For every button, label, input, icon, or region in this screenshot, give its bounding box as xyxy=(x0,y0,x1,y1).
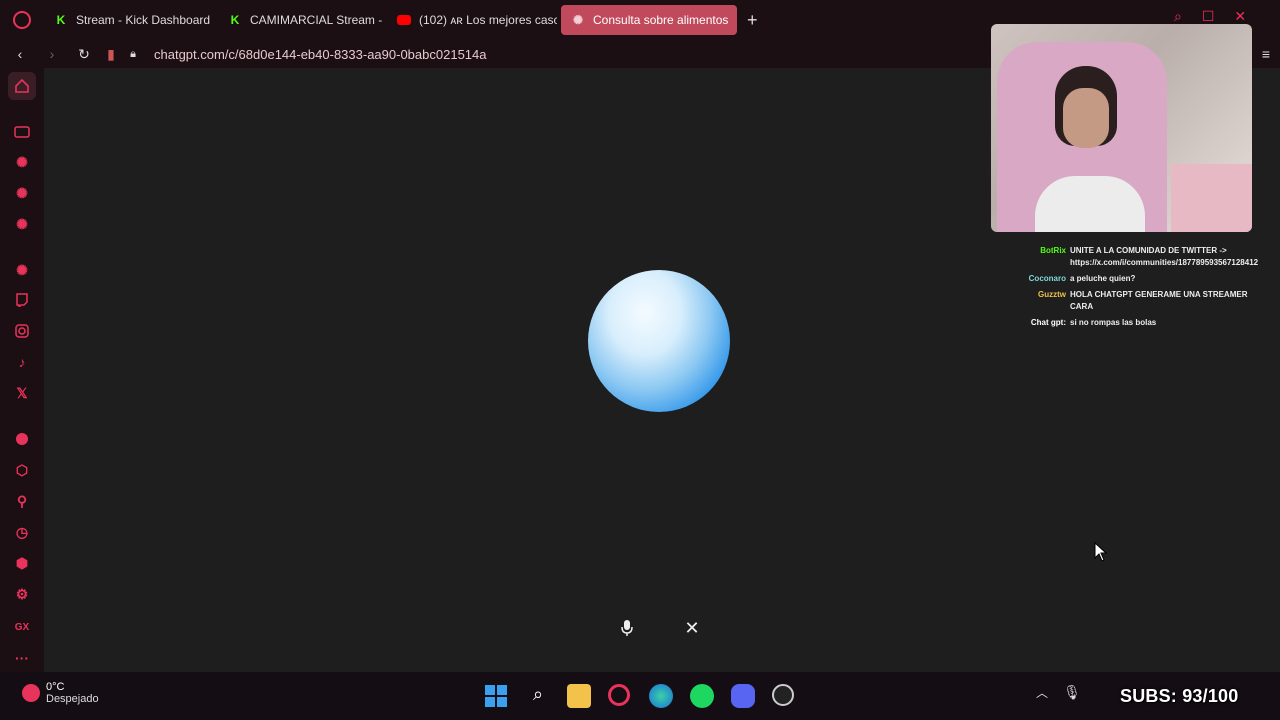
chatgpt-icon: ✺ xyxy=(572,13,584,27)
browser-sidebar: ✺ ✺ ✺ ✺ ♪ 𝕏 ⬡ ⚲ ◷ ⬢ ⚙ GX ··· xyxy=(0,68,44,672)
windows-start-icon[interactable] xyxy=(484,684,508,708)
chat-message: Coconaro a peluche quien? xyxy=(1000,273,1270,285)
voice-orb xyxy=(588,270,730,412)
more-icon[interactable]: ··· xyxy=(12,648,32,668)
back-icon[interactable]: ‹ xyxy=(8,46,32,62)
windows-taskbar xyxy=(0,672,1280,720)
streamer-person xyxy=(1035,66,1145,232)
opera-gx-logo[interactable] xyxy=(0,0,44,40)
chat-message: Guzztw HOLA CHATGPT GENERAME UNA STREAME… xyxy=(1000,289,1270,313)
chevron-up-icon[interactable]: ︿ xyxy=(1030,684,1054,708)
chatgpt-icon[interactable]: ✺ xyxy=(12,152,32,172)
mouse-cursor-icon xyxy=(1094,542,1108,562)
tab-label: CAMIMARCIAL Stream - \ xyxy=(250,13,383,27)
microphone-icon xyxy=(621,620,633,636)
menu-icon[interactable]: ≡ xyxy=(1262,46,1270,62)
microphone-button[interactable] xyxy=(611,612,643,644)
close-icon: ✕ xyxy=(684,617,700,638)
edge-icon[interactable] xyxy=(649,684,673,708)
discord-icon[interactable] xyxy=(731,684,755,708)
forward-icon[interactable]: › xyxy=(40,46,64,62)
chat-text: a peluche quien? xyxy=(1070,274,1136,283)
lock-icon[interactable]: 🔒︎ xyxy=(126,48,140,61)
chatgpt-icon[interactable]: ✺ xyxy=(12,214,32,234)
pin-icon[interactable]: ⚲ xyxy=(12,491,32,511)
chat-text: si no rompas las bolas xyxy=(1070,318,1157,327)
bed xyxy=(1171,164,1252,232)
chat-message: BotRix UNITE A LA COMUNIDAD DE TWITTER -… xyxy=(1000,245,1270,269)
kick-icon: K xyxy=(230,13,240,27)
search-tabs-icon[interactable]: ⌕ xyxy=(1174,8,1182,25)
chat-username: Coconaro xyxy=(1028,274,1066,283)
window-controls: ⌕ ☐ ✕ xyxy=(1174,8,1246,25)
cube-icon[interactable]: ⬡ xyxy=(12,460,32,480)
webcam-overlay xyxy=(991,24,1252,232)
mic-permission-icon[interactable]: ▮ xyxy=(104,46,118,63)
youtube-icon xyxy=(397,15,411,25)
record-icon[interactable] xyxy=(12,429,32,449)
chatgpt-icon[interactable]: ✺ xyxy=(12,260,32,280)
chat-text: UNITE A LA COMUNIDAD DE TWITTER -> https… xyxy=(1070,246,1259,267)
instagram-icon[interactable] xyxy=(12,321,32,341)
maximize-icon[interactable]: ☐ xyxy=(1202,8,1215,25)
home-icon[interactable] xyxy=(8,72,36,100)
tiktok-icon[interactable]: ♪ xyxy=(12,352,32,372)
close-window-icon[interactable]: ✕ xyxy=(1234,8,1246,25)
mic-tray-icon[interactable]: 🎙︎ xyxy=(1060,684,1084,708)
twitch-icon[interactable] xyxy=(12,290,32,310)
weather-temp: 0°C xyxy=(46,681,65,693)
clock-icon[interactable]: ◷ xyxy=(12,522,32,542)
weather-widget[interactable]: 0°C Despejado xyxy=(22,681,99,705)
chat-message: Chat gpt: si no rompas las bolas xyxy=(1000,317,1270,329)
opera-gx-taskbar-icon[interactable] xyxy=(608,684,632,708)
chat-text: HOLA CHATGPT GENERAME UNA STREAMER CARA xyxy=(1070,290,1248,311)
tab-kick-dashboard[interactable]: K Stream - Kick Dashboard xyxy=(44,5,214,35)
tab-label: (102) ᴀʀ Los mejores casc xyxy=(419,13,557,27)
weather-desc: Despejado xyxy=(46,693,99,705)
file-explorer-icon[interactable] xyxy=(567,684,591,708)
url-field[interactable]: chatgpt.com/c/68d0e144-eb40-8333-aa90-0b… xyxy=(154,47,486,62)
new-tab-button[interactable]: + xyxy=(747,10,758,31)
game-controller-icon[interactable] xyxy=(12,122,32,142)
x-icon[interactable]: 𝕏 xyxy=(12,383,32,403)
tab-label: Consulta sobre alimentos xyxy=(593,13,729,27)
chat-username: Chat gpt: xyxy=(1030,318,1066,327)
kick-icon: K xyxy=(56,13,66,27)
end-voice-button[interactable]: ✕ xyxy=(676,612,708,644)
tab-chatgpt-consulta[interactable]: ✺ Consulta sobre alimentos xyxy=(561,5,737,35)
reload-icon[interactable]: ↻ xyxy=(72,46,96,63)
chat-username: Guzztw xyxy=(1038,290,1066,299)
chat-username: BotRix xyxy=(1040,246,1066,255)
tab-camimarcial-stream[interactable]: K CAMIMARCIAL Stream - \ xyxy=(218,5,383,35)
spotify-icon[interactable] xyxy=(690,684,714,708)
gx-icon[interactable]: GX xyxy=(12,617,32,637)
search-icon[interactable]: ⌕ xyxy=(526,684,550,708)
obs-icon[interactable] xyxy=(772,684,796,708)
weather-icon xyxy=(22,684,40,702)
chatgpt-icon[interactable]: ✺ xyxy=(12,183,32,203)
stream-chat-overlay: BotRix UNITE A LA COMUNIDAD DE TWITTER -… xyxy=(1000,245,1270,333)
tab-label: Stream - Kick Dashboard xyxy=(76,13,211,27)
settings-icon[interactable]: ⚙ xyxy=(12,584,32,604)
tab-youtube[interactable]: (102) ᴀʀ Los mejores casc xyxy=(387,5,557,35)
subs-goal-counter: SUBS: 93/100 xyxy=(1120,686,1239,706)
box-icon[interactable]: ⬢ xyxy=(12,553,32,573)
